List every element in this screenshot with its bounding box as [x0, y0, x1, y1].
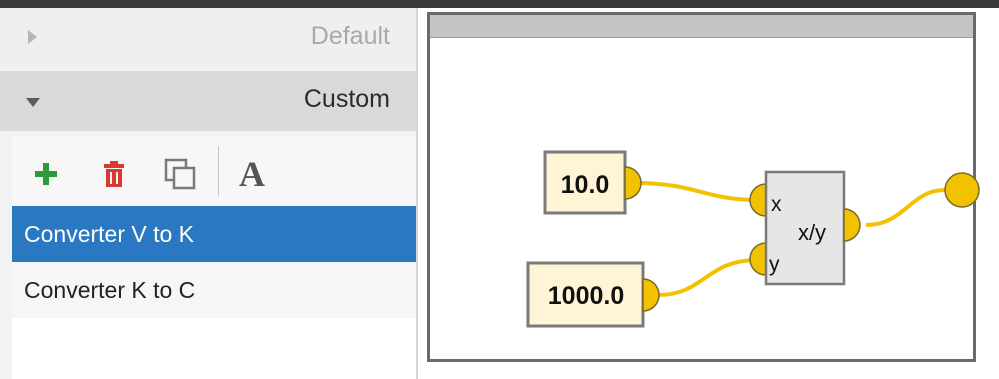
output-port[interactable] — [642, 278, 660, 312]
port-y-label: y — [769, 253, 780, 276]
output-port[interactable] — [843, 208, 861, 242]
divide-node[interactable]: x y x/y — [749, 170, 861, 286]
node-graph: 10.0 1000.0 x y x/y — [526, 150, 980, 328]
graph-output-port[interactable] — [944, 172, 980, 208]
operator-label: x/y — [798, 220, 826, 245]
input-node-x-value: 10.0 — [561, 171, 610, 199]
input-node-x[interactable]: 10.0 — [543, 150, 642, 215]
wire-y — [657, 258, 759, 297]
port-x-label: x — [771, 193, 782, 216]
input-node-y-value: 1000.0 — [548, 282, 624, 310]
input-node-y[interactable]: 1000.0 — [526, 261, 660, 328]
wire-x — [635, 181, 759, 202]
output-port[interactable] — [624, 166, 642, 200]
input-port-x[interactable] — [749, 183, 767, 217]
wire-out — [865, 188, 946, 227]
input-port-y[interactable] — [749, 242, 767, 276]
